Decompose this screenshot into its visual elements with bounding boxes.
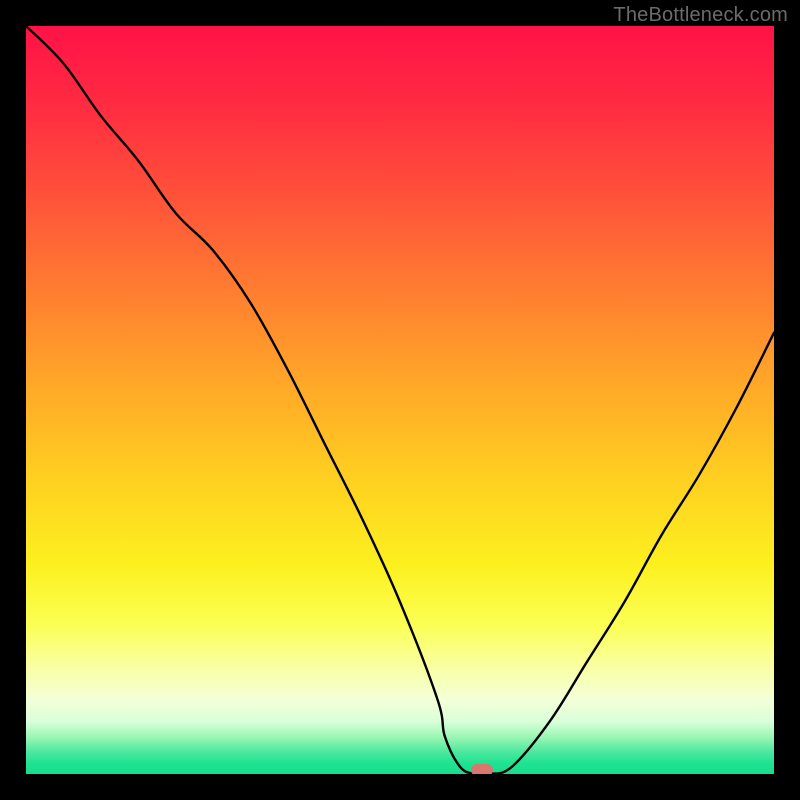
- plot-area: [26, 26, 774, 774]
- attribution-label: TheBottleneck.com: [613, 4, 788, 27]
- severity-gradient: [26, 26, 774, 774]
- minimum-marker: [471, 764, 493, 774]
- chart-container: TheBottleneck.com: [0, 0, 800, 800]
